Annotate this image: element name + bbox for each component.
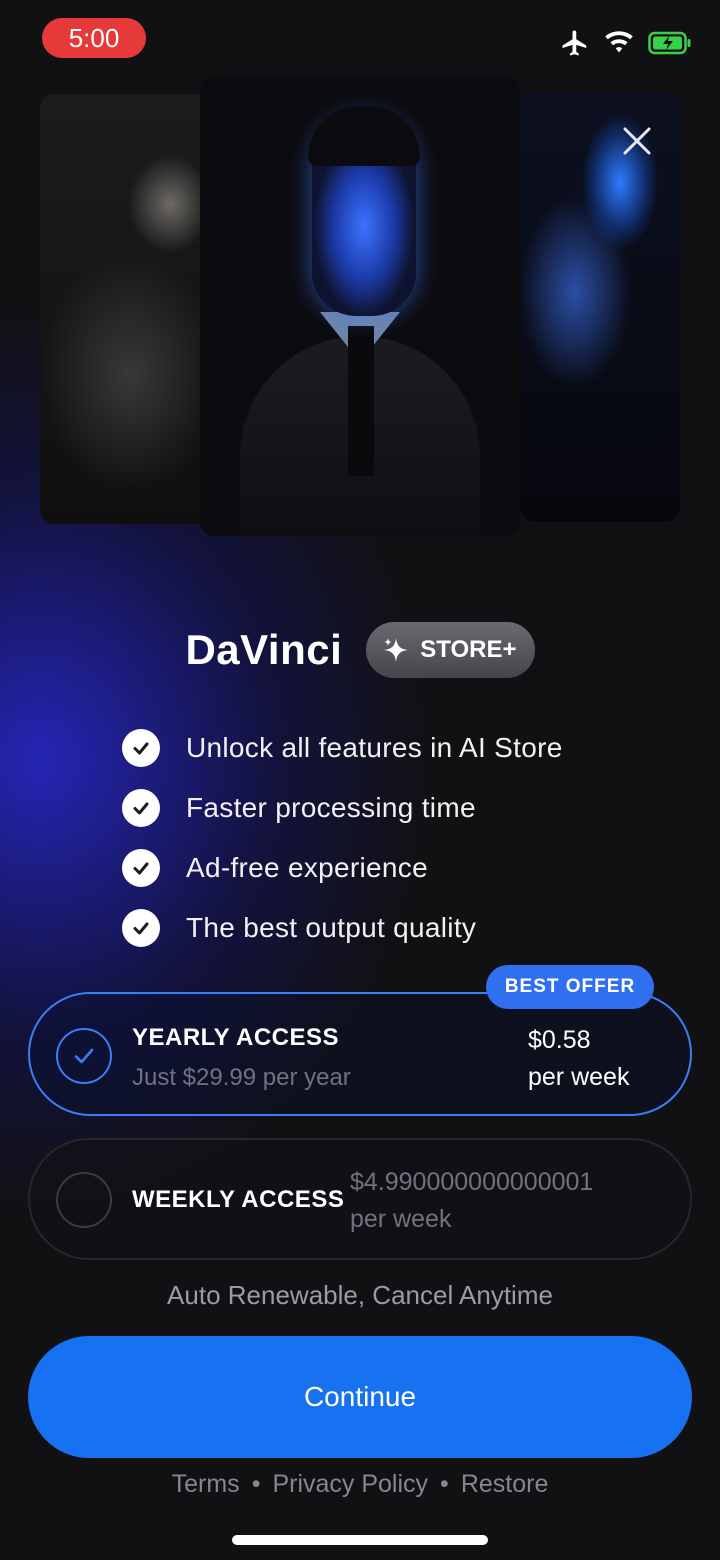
weekly-plan-price: $4.990000000000001 per week [350,1164,593,1238]
feature-label: The best output quality [186,912,477,943]
airplane-icon [560,28,590,58]
store-plus-badge: STORE+ [366,622,535,678]
feature-item: The best output quality [122,898,563,958]
yearly-plan-subtitle: Just $29.99 per year [132,1064,351,1091]
weekly-price-period: per week [350,1205,452,1233]
cyber-woman-portrait [520,92,680,522]
feature-label: Ad-free experience [186,852,428,883]
weekly-plan-option[interactable]: WEEKLY ACCESS $4.990000000000001 per wee… [28,1138,692,1260]
close-button[interactable] [620,124,654,158]
yearly-plan-name: YEARLY ACCESS [132,1024,340,1051]
close-icon [623,127,651,155]
check-icon [74,1048,94,1064]
restore-link[interactable]: Restore [461,1470,549,1499]
yearly-plan-price: $0.58 per week [528,1022,629,1096]
feature-item: Unlock all features in AI Store [122,718,563,778]
footer-links: Terms • Privacy Policy • Restore [0,1470,720,1499]
yearly-radio-selected[interactable] [56,1028,112,1084]
check-icon [122,849,160,887]
sparkle-icon [384,638,409,662]
cyber-man-suit-portrait [200,76,520,536]
yearly-price-period: per week [528,1063,630,1091]
footer-separator: • [440,1470,449,1498]
privacy-policy-link[interactable]: Privacy Policy [272,1470,428,1499]
feature-item: Ad-free experience [122,838,563,898]
weekly-plan-name: WEEKLY ACCESS [132,1186,345,1213]
app-title: DaVinci [185,626,343,673]
battery-charging-icon [648,31,692,55]
tattooed-man-portrait [40,94,210,524]
yearly-plan-option[interactable]: YEARLY ACCESS Just $29.99 per year $0.58… [28,992,692,1116]
continue-button[interactable]: Continue [28,1336,692,1458]
weekly-price-amount: $4.990000000000001 [350,1168,594,1196]
feature-item: Faster processing time [122,778,563,838]
hero-image-carousel [0,70,720,550]
yearly-price-amount: $0.58 [528,1026,591,1054]
home-indicator [232,1535,488,1545]
feature-label: Faster processing time [186,792,476,823]
check-icon [122,909,160,947]
weekly-radio-unselected[interactable] [56,1172,112,1228]
check-icon [122,789,160,827]
terms-link[interactable]: Terms [172,1470,240,1499]
title-row: DaVinci STORE+ [0,622,720,678]
check-icon [122,729,160,767]
wifi-icon [604,30,634,56]
status-bar: 5:00 [0,0,720,80]
auto-renew-note: Auto Renewable, Cancel Anytime [167,1280,553,1310]
feature-list: Unlock all features in AI Store Faster p… [122,718,563,958]
store-badge-label: STORE+ [420,636,517,663]
status-time: 5:00 [42,18,146,58]
status-icons [560,28,692,58]
best-offer-badge: BEST OFFER [486,965,654,1009]
footer-separator: • [251,1470,261,1498]
feature-label: Unlock all features in AI Store [186,732,563,763]
